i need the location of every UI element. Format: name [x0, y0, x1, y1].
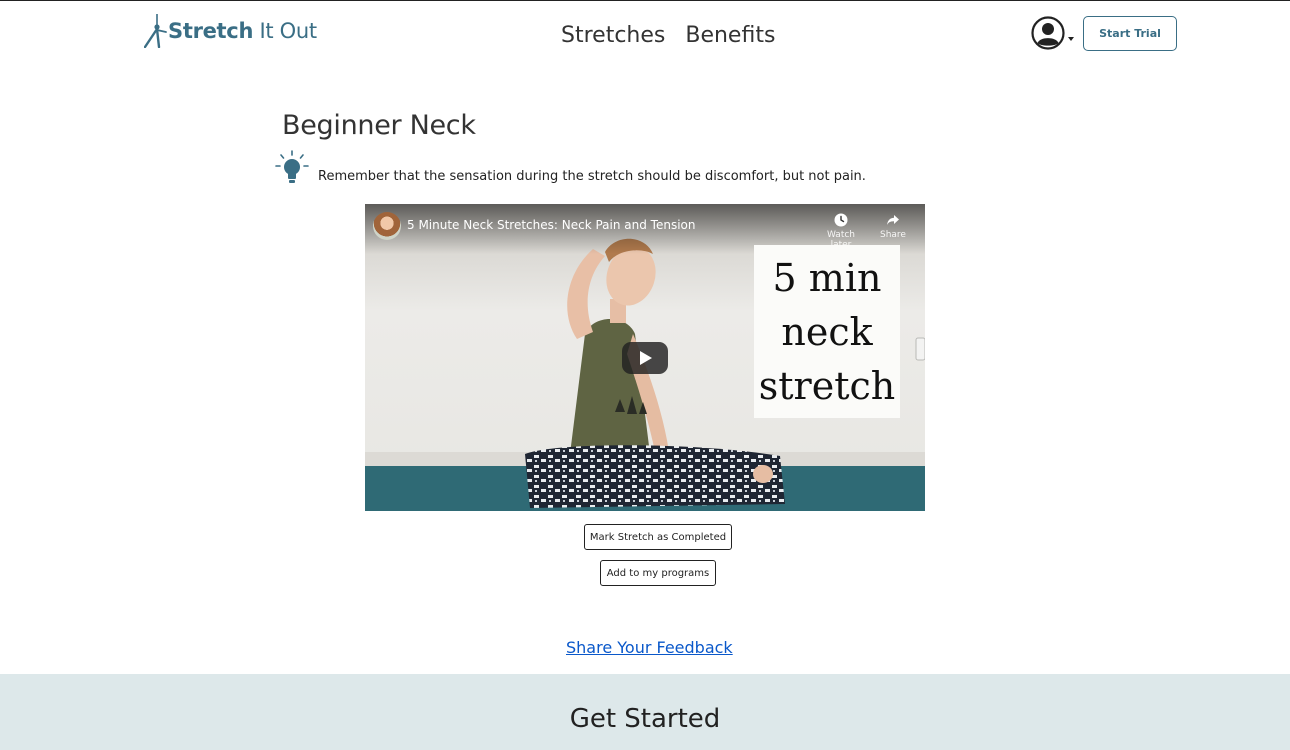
user-avatar-icon: [1031, 16, 1065, 50]
video-player[interactable]: 5 Minute Neck Stretches: Neck Pain and T…: [365, 204, 925, 511]
nav-link-benefits[interactable]: Benefits: [685, 23, 775, 48]
caption-line-2: neck: [781, 309, 873, 354]
stretch-tip-text: Remember that the sensation during the s…: [318, 169, 866, 184]
page: Stretch It Out Stretches Benefits Start …: [0, 0, 1290, 750]
nav-link-stretches[interactable]: Stretches: [561, 23, 665, 48]
get-started-heading: Get Started: [569, 704, 721, 734]
site-logo[interactable]: Stretch It Out: [144, 14, 317, 48]
user-menu-toggle[interactable]: [1031, 16, 1075, 52]
logo-text: Stretch It Out: [168, 14, 317, 48]
chevron-down-icon: [1068, 37, 1074, 41]
mark-completed-button[interactable]: Mark Stretch as Completed: [584, 524, 732, 550]
share-feedback-link[interactable]: Share Your Feedback: [566, 638, 733, 657]
caption-line-1: 5 min: [772, 255, 882, 300]
page-title: Beginner Neck: [282, 110, 476, 141]
share-video-button[interactable]: Share: [873, 211, 913, 240]
share-arrow-icon: [887, 215, 899, 225]
caption-line-3: stretch: [758, 363, 896, 408]
logo-text-light: It Out: [253, 19, 317, 43]
clock-icon: [834, 213, 848, 227]
stretching-figure-icon: [144, 14, 167, 48]
share-label: Share: [880, 230, 906, 240]
get-started-section: Get Started: [0, 674, 1290, 750]
channel-avatar[interactable]: [373, 212, 401, 240]
add-to-programs-button[interactable]: Add to my programs: [600, 560, 716, 586]
thumbnail-caption-card: 5 min neck stretch: [754, 245, 900, 418]
main-nav: Stretches Benefits: [561, 23, 775, 48]
site-header: Stretch It Out Stretches Benefits Start …: [0, 1, 1290, 73]
play-button-icon[interactable]: [622, 342, 668, 374]
start-trial-button[interactable]: Start Trial: [1083, 16, 1177, 51]
video-title[interactable]: 5 Minute Neck Stretches: Neck Pain and T…: [407, 218, 695, 232]
lightbulb-icon: [275, 150, 309, 183]
logo-text-bold: Stretch: [168, 19, 254, 43]
